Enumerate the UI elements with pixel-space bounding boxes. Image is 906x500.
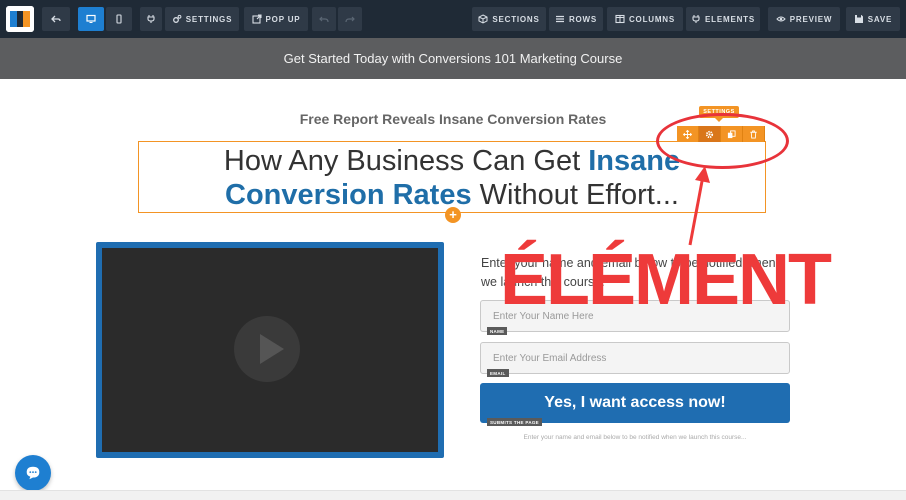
email-field-tag: EMAIL (487, 369, 509, 377)
settings-button[interactable]: SETTINGS (165, 7, 239, 31)
chat-bubble-icon (26, 466, 40, 480)
headline-text-part1: How Any Business Can Get (223, 145, 589, 177)
name-field-tag: NAME (487, 327, 508, 335)
desktop-icon (86, 14, 96, 23)
annotation-label: ÉLÉMENT (500, 240, 832, 320)
save-label: SAVE (867, 14, 893, 24)
chat-widget-button[interactable] (15, 455, 51, 491)
submit-action-tag: SUBMITS THE PAGE (487, 418, 542, 426)
plug-icon (147, 15, 155, 23)
submit-label: Yes, I want access now! (544, 394, 726, 411)
plugin-button[interactable] (140, 7, 162, 31)
footer-strip (0, 490, 906, 500)
cube-icon (478, 14, 488, 24)
video-player[interactable] (102, 248, 438, 452)
desktop-view-button[interactable] (78, 7, 104, 31)
form-disclaimer: Enter your name and email below to be no… (523, 434, 747, 441)
annotation-ellipse (656, 113, 789, 169)
rows-button[interactable]: ROWS (549, 7, 603, 31)
editor-toolbar: SETTINGS POP UP SECTIONS ROWS COLUMNS EL… (0, 0, 906, 38)
page-banner[interactable]: Get Started Today with Conversions 101 M… (0, 38, 906, 79)
submit-button[interactable]: Yes, I want access now! (480, 383, 790, 423)
rows-icon (555, 15, 564, 23)
email-input[interactable]: Enter Your Email Address (480, 342, 790, 374)
rows-label: ROWS (568, 14, 598, 24)
play-icon[interactable] (234, 316, 300, 382)
columns-icon (615, 14, 625, 24)
undo-icon (319, 16, 329, 23)
plug-icon (692, 15, 700, 23)
gears-icon (172, 14, 182, 23)
preview-label: PREVIEW (789, 14, 833, 24)
redo-icon (345, 16, 355, 23)
popup-button[interactable]: POP UP (244, 7, 308, 31)
video-element[interactable] (96, 242, 444, 458)
email-placeholder: Enter Your Email Address (493, 352, 607, 364)
elements-button[interactable]: ELEMENTS (686, 7, 760, 31)
app-logo[interactable] (6, 6, 34, 32)
add-element-button[interactable]: + (445, 207, 461, 223)
sections-label: SECTIONS (492, 14, 540, 24)
undo-back-button[interactable] (42, 7, 70, 31)
columns-button[interactable]: COLUMNS (607, 7, 683, 31)
headline-text-part2: Without Effort... (471, 179, 679, 211)
popup-label: POP UP (265, 14, 301, 24)
undo-button[interactable] (312, 7, 336, 31)
mobile-view-button[interactable] (106, 7, 132, 31)
headline-highlight-2: Conversion Rates (225, 179, 472, 211)
redo-button[interactable] (338, 7, 362, 31)
preview-button[interactable]: PREVIEW (768, 7, 840, 31)
elements-label: ELEMENTS (705, 14, 755, 24)
banner-text: Get Started Today with Conversions 101 M… (283, 51, 623, 66)
columns-label: COLUMNS (628, 14, 676, 24)
mobile-icon (116, 14, 122, 24)
sections-button[interactable]: SECTIONS (472, 7, 546, 31)
settings-label: SETTINGS (185, 14, 233, 24)
back-arrow-icon (51, 15, 61, 23)
save-button[interactable]: SAVE (846, 7, 900, 31)
external-link-icon (251, 14, 262, 24)
floppy-disk-icon (854, 15, 863, 23)
eye-icon (776, 16, 786, 22)
